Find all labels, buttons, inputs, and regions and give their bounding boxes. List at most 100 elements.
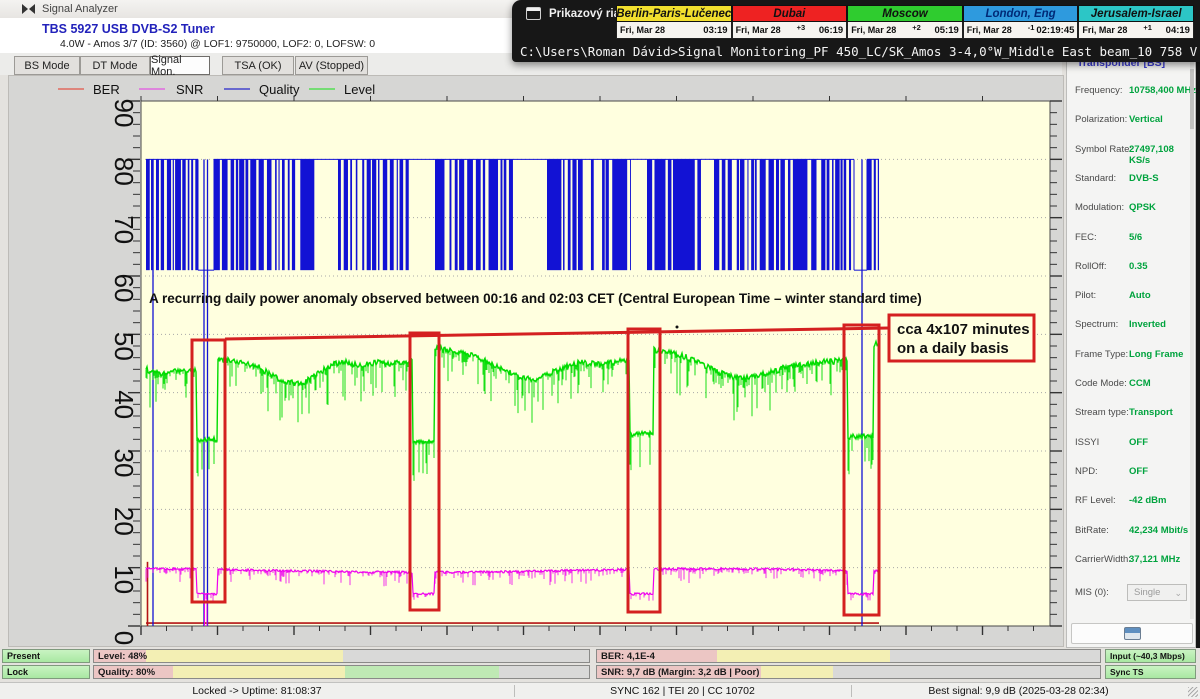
y-axis-label: 80	[109, 157, 139, 186]
world-clocks: Berlin-Paris-LučenecDubaiMoscowLondon, E…	[616, 5, 1194, 39]
field-label: RF Level:	[1075, 495, 1116, 506]
legend-label-ber: BER	[93, 82, 120, 97]
window-title: Signal Analyzer	[42, 3, 118, 15]
field-value: Vertical	[1129, 114, 1163, 125]
field-label: RollOff:	[1075, 261, 1107, 272]
transponder-field: CarrierWidth:37,121 MHz	[1067, 554, 1197, 568]
transponder-field: Modulation:QPSK	[1067, 202, 1197, 216]
field-value: CCM	[1129, 378, 1151, 389]
legend-label-level: Level	[344, 82, 375, 97]
transponder-field: Standard: DVB-S	[1067, 173, 1197, 187]
field-label: Code Mode:	[1075, 378, 1127, 389]
clock-city: Moscow	[847, 5, 963, 22]
transponder-field: Symbol Rate:27497,108 KS/s	[1067, 144, 1197, 158]
signal-chart-area: 0102030405060708090BERSNRQualityLevelcca…	[8, 75, 1064, 647]
transponder-field: FEC:5/6	[1067, 232, 1197, 246]
command-prompt-window[interactable]: Prikazový riadok Berlin-Paris-LučenecDub…	[512, 0, 1200, 62]
field-value: 27497,108 KS/s	[1129, 144, 1197, 166]
device-icon	[1124, 627, 1141, 640]
mis-label: MIS (0):	[1075, 587, 1109, 598]
transponder-field: Polarization:Vertical	[1067, 114, 1197, 128]
field-value: Inverted	[1129, 319, 1166, 330]
y-axis-label: 60	[109, 274, 139, 303]
legend-label-snr: SNR	[176, 82, 203, 97]
y-axis-label: 50	[109, 332, 139, 361]
transponder-field: Frequency: 10758,400 MHz	[1067, 85, 1197, 99]
quality-series	[146, 159, 879, 270]
background-window-edge	[1196, 0, 1200, 648]
status-sync: SYNC 162 | TEI 20 | CC 10702	[514, 684, 851, 698]
field-label: CarrierWidth:	[1075, 554, 1131, 565]
panel-scrollbar[interactable]	[1190, 59, 1194, 619]
indicator-lock: Lock	[2, 665, 90, 679]
anomaly-label-line2: on a daily basis	[897, 340, 1009, 357]
tuner-name: TBS 5927 USB DVB-S2 Tuner	[42, 22, 215, 36]
y-axis-label: 20	[109, 507, 139, 536]
field-label: Pilot:	[1075, 290, 1096, 301]
mis-row: MIS (0): Single ⌄	[1067, 587, 1197, 601]
transponder-field: RF Level: -42 dBm	[1067, 495, 1197, 509]
stray-dot	[676, 326, 679, 329]
mode-button-signal-mon-[interactable]: Signal Mon.	[150, 56, 210, 75]
meter-ber: BER: 4,1E-4	[596, 649, 1101, 663]
status-bar: Locked -> Uptime: 81:08:37 SYNC 162 | TE…	[0, 682, 1200, 699]
mode-button-av-stopped-[interactable]: AV (Stopped)	[295, 56, 368, 75]
meter-snr: SNR: 9,7 dB (Margin: 3,2 dB | Poor)	[596, 665, 1101, 679]
mode-button-dt-mode[interactable]: DT Mode	[80, 56, 150, 75]
field-value: Long Frame	[1129, 349, 1183, 360]
transponder-field: Code Mode:CCM	[1067, 378, 1197, 392]
field-value: QPSK	[1129, 202, 1156, 213]
clock-time: Fri, Mar 28-102:19:45	[963, 22, 1079, 39]
chart-annotation-text: A recurring daily power anomaly observed…	[149, 291, 922, 306]
field-value: 37,121 MHz	[1129, 554, 1180, 565]
chart-svg: 0102030405060708090BERSNRQualityLevelcca…	[9, 76, 1063, 646]
meter-quality: Quality: 80%	[93, 665, 590, 679]
panel-action-button[interactable]	[1071, 623, 1193, 644]
status-best-signal: Best signal: 9,9 dB (2025-03-28 02:34)	[851, 684, 1186, 698]
mis-value: Single	[1134, 587, 1160, 598]
y-axis-label: 10	[109, 565, 139, 594]
field-label: Frame Type:	[1075, 349, 1128, 360]
transponder-panel: Transponder [BS] Frequency:10758,400 MHz…	[1066, 50, 1196, 648]
field-value: -42 dBm	[1129, 495, 1166, 506]
clock-city: Berlin-Paris-Lučenec	[616, 5, 732, 22]
field-label: Symbol Rate:	[1075, 144, 1132, 155]
field-label: Frequency:	[1075, 85, 1123, 96]
clock-time: Fri, Mar 28+104:19	[1078, 22, 1194, 39]
field-value: DVB-S	[1129, 173, 1159, 184]
clock-time: Fri, Mar 28+306:19	[732, 22, 848, 39]
field-label: BitRate:	[1075, 525, 1109, 536]
transponder-field: BitRate: 42,234 Mbit/s	[1067, 525, 1197, 539]
clock-city: Jerusalem-Israel	[1078, 5, 1194, 22]
y-axis-label: 30	[109, 449, 139, 478]
y-axis-label: 90	[109, 99, 139, 128]
console-icon	[526, 7, 541, 20]
field-value: 10758,400 MHz	[1129, 85, 1196, 96]
field-label: Spectrum:	[1075, 319, 1118, 330]
clock-time: Fri, Mar 28+205:19	[847, 22, 963, 39]
y-axis-label: 0	[109, 631, 139, 645]
mis-dropdown[interactable]: Single ⌄	[1127, 584, 1187, 601]
clock-city: London, Eng	[963, 5, 1079, 22]
field-label: NPD:	[1075, 466, 1098, 477]
transponder-field: Frame Type:Long Frame	[1067, 349, 1197, 363]
field-label: Standard:	[1075, 173, 1116, 184]
resize-grip[interactable]	[1188, 687, 1198, 697]
field-value: 42,234 Mbit/s	[1129, 525, 1188, 536]
mode-button-tsa-ok-[interactable]: TSA (OK)	[222, 56, 294, 75]
mode-button-bs-mode[interactable]: BS Mode	[14, 56, 80, 75]
field-label: Stream type:	[1075, 407, 1129, 418]
transponder-field: Stream type:Transport	[1067, 407, 1197, 421]
legend-label-quality: Quality	[259, 82, 300, 97]
field-value: Transport	[1129, 407, 1173, 418]
transponder-field: ISSYIOFF	[1067, 437, 1197, 451]
field-label: FEC:	[1075, 232, 1097, 243]
tuner-settings: 4.0W - Amos 3/7 (ID: 3560) @ LOF1: 97500…	[60, 38, 375, 50]
indicator-input-mbps-: Input (~40,3 Mbps)	[1105, 649, 1196, 663]
field-value: OFF	[1129, 466, 1148, 477]
field-label: ISSYI	[1075, 437, 1099, 448]
clock-city: Dubai	[732, 5, 848, 22]
meter-level: Level: 48%	[93, 649, 590, 663]
indicator-sync-ts: Sync TS	[1105, 665, 1196, 679]
y-axis-label: 40	[109, 390, 139, 419]
